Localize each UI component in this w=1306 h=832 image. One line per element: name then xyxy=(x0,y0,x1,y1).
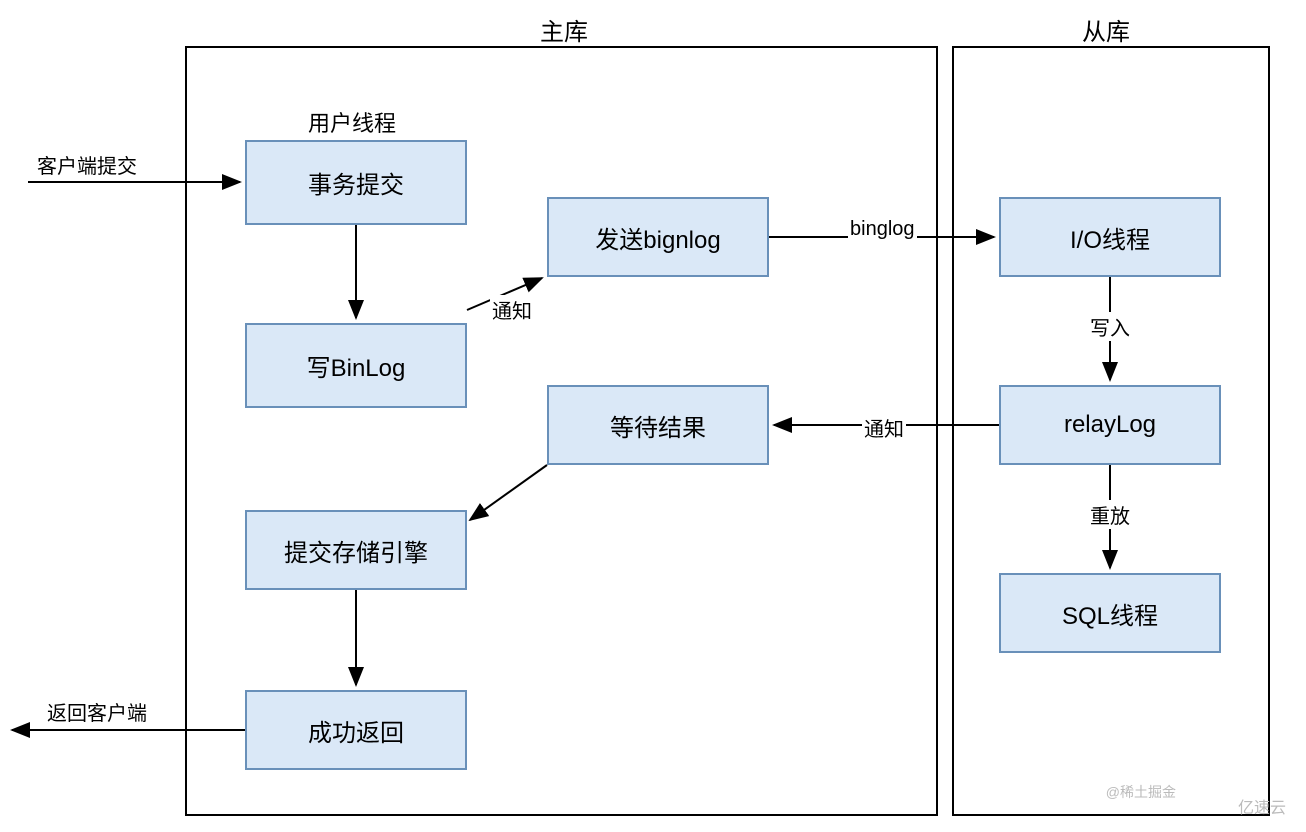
watermark-yisu: 亿速云 xyxy=(1238,794,1286,818)
edge-client-submit: 客户端提交 xyxy=(35,150,139,179)
node-commit-engine-label: 提交存储引擎 xyxy=(284,533,428,568)
edge-write-in: 写入 xyxy=(1088,312,1132,341)
node-wait-result: 等待结果 xyxy=(547,385,769,465)
node-send-binlog-label: 发送bignlog xyxy=(595,220,720,255)
node-return-success: 成功返回 xyxy=(245,690,467,770)
node-relay-log-label: relayLog xyxy=(1064,411,1156,439)
node-commit-engine: 提交存储引擎 xyxy=(245,510,467,590)
node-send-binlog: 发送bignlog xyxy=(547,197,769,277)
slave-label: 从库 xyxy=(1082,12,1130,47)
edge-replay: 重放 xyxy=(1088,500,1132,529)
node-write-binlog-label: 写BinLog xyxy=(307,348,406,383)
node-return-success-label: 成功返回 xyxy=(308,713,404,748)
node-io-thread-label: I/O线程 xyxy=(1070,220,1150,255)
node-io-thread: I/O线程 xyxy=(999,197,1221,277)
node-sql-thread-label: SQL线程 xyxy=(1062,596,1158,631)
node-write-binlog: 写BinLog xyxy=(245,323,467,408)
master-label: 主库 xyxy=(540,12,588,47)
watermark-juejin: @稀土掘金 xyxy=(1106,782,1176,802)
edge-binglog: binglog xyxy=(848,218,917,241)
edge-notify2: 通知 xyxy=(862,413,906,442)
edge-notify1: 通知 xyxy=(490,295,534,324)
node-sql-thread: SQL线程 xyxy=(999,573,1221,653)
edge-return-client: 返回客户端 xyxy=(45,697,149,726)
node-tx-commit-label: 事务提交 xyxy=(308,165,404,200)
user-thread-label: 用户线程 xyxy=(308,106,396,138)
node-wait-result-label: 等待结果 xyxy=(610,408,706,443)
node-relay-log: relayLog xyxy=(999,385,1221,465)
node-tx-commit: 事务提交 xyxy=(245,140,467,225)
